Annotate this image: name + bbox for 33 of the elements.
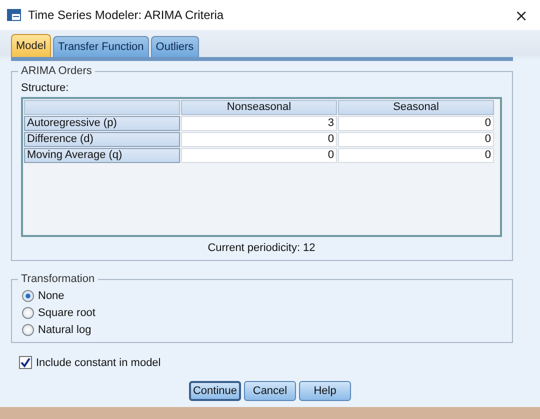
structure-label: Structure: — [21, 82, 70, 94]
table-cell[interactable]: 0 — [338, 132, 494, 147]
row-header: Moving Average (q) — [24, 148, 180, 163]
radio-label: Natural log — [38, 324, 92, 336]
periodicity-label: Current periodicity: 12 — [206, 242, 316, 254]
row-header: Autoregressive (p) — [24, 116, 180, 131]
column-header: Nonseasonal — [181, 100, 337, 115]
dialog-button[interactable]: Help — [299, 381, 351, 401]
radio-button[interactable] — [22, 290, 34, 302]
tab[interactable]: Model — [11, 34, 51, 57]
close-button[interactable]: × — [510, 6, 532, 24]
table-cell[interactable]: 3 — [181, 116, 337, 131]
table-cell[interactable]: 0 — [338, 148, 494, 163]
column-header: Seasonal — [338, 100, 494, 115]
table-cell[interactable]: 0 — [181, 148, 337, 163]
radio-button[interactable] — [22, 307, 34, 319]
include-constant-checkbox[interactable]: Include constant in model — [19, 356, 513, 369]
table-cell[interactable]: 0 — [181, 132, 337, 147]
app-icon — [6, 7, 22, 23]
radio-label: None — [38, 290, 64, 302]
checkbox-label: Include constant in model — [36, 356, 161, 368]
tab[interactable]: Outliers — [150, 36, 199, 57]
group-title: Transformation — [18, 273, 98, 285]
window-title: Time Series Modeler: ARIMA Criteria — [28, 8, 225, 22]
dialog-button[interactable]: Cancel — [244, 381, 296, 401]
radio-label: Square root — [38, 307, 96, 319]
tab[interactable]: Transfer Function — [52, 36, 149, 57]
dialog-button[interactable]: Continue — [189, 381, 241, 401]
checkbox[interactable] — [19, 356, 32, 369]
table-cell[interactable]: 0 — [338, 116, 494, 131]
row-header: Difference (d) — [24, 132, 180, 147]
group-title: ARIMA Orders — [18, 65, 95, 77]
radio-button[interactable] — [22, 324, 34, 336]
